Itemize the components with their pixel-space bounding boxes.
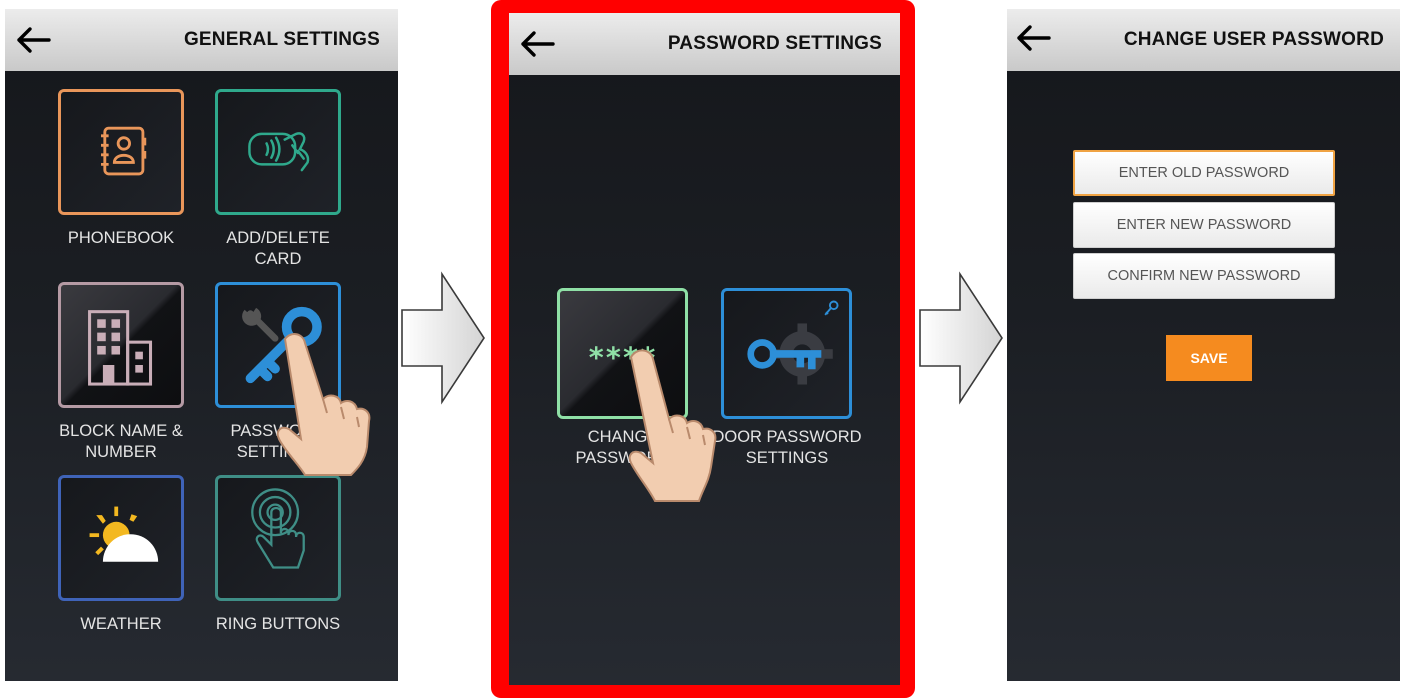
phonebook-tile[interactable] bbox=[58, 89, 184, 215]
header-bar: GENERAL SETTINGS bbox=[5, 9, 398, 71]
add-delete-card-tile[interactable] bbox=[215, 89, 341, 215]
wrench-key-icon bbox=[242, 306, 322, 384]
door-password-settings-label-text: DOOR PASSWORD SETTINGS bbox=[712, 428, 862, 467]
confirm-password-placeholder: CONFIRM NEW PASSWORD bbox=[1107, 268, 1301, 284]
back-arrow-icon[interactable] bbox=[13, 23, 53, 57]
flow-arrow-2-icon bbox=[919, 271, 1003, 405]
password-settings-screen: PASSWORD SETTINGS **** CHANGE PASSWORD D… bbox=[509, 13, 900, 685]
old-password-placeholder: ENTER OLD PASSWORD bbox=[1118, 165, 1290, 181]
general-settings-screen: GENERAL SETTINGS PHONEBOOK ADD/DELETE CA… bbox=[5, 9, 398, 681]
ring-buttons-tile[interactable] bbox=[215, 475, 341, 601]
new-password-field[interactable]: ENTER NEW PASSWORD bbox=[1073, 202, 1335, 248]
phonebook-label: PHONEBOOK bbox=[41, 228, 201, 249]
key-gear-icon bbox=[747, 300, 839, 385]
page-title: CHANGE USER PASSWORD bbox=[1123, 29, 1384, 50]
add-delete-card-label: ADD/DELETE CARD bbox=[198, 228, 358, 270]
new-password-placeholder: ENTER NEW PASSWORD bbox=[1116, 217, 1292, 233]
block-name-number-label-text: BLOCK NAME & NUMBER bbox=[59, 422, 183, 461]
change-user-password-screen: CHANGE USER PASSWORD ENTER OLD PASSWORD … bbox=[1007, 9, 1400, 681]
change-password-tile[interactable]: **** bbox=[557, 288, 688, 419]
page-title: PASSWORD SETTINGS bbox=[667, 33, 882, 54]
change-password-label: CHANGE PASSWORD bbox=[543, 427, 703, 469]
save-button[interactable]: SAVE bbox=[1166, 335, 1252, 381]
weather-label-text: WEATHER bbox=[80, 615, 162, 633]
contactless-card-icon bbox=[248, 132, 310, 172]
page-title: GENERAL SETTINGS bbox=[183, 29, 380, 50]
block-name-number-tile[interactable] bbox=[58, 282, 184, 408]
ring-buttons-label: RING BUTTONS bbox=[198, 614, 358, 635]
password-settings-label-text: PASSWORD SETTINGS bbox=[230, 422, 326, 461]
door-password-settings-tile[interactable] bbox=[721, 288, 852, 419]
phonebook-icon bbox=[101, 126, 147, 176]
password-asterisks-icon: **** bbox=[588, 340, 657, 374]
header-bar: CHANGE USER PASSWORD bbox=[1007, 9, 1400, 71]
weather-tile[interactable] bbox=[58, 475, 184, 601]
door-password-settings-label: DOOR PASSWORD SETTINGS bbox=[707, 427, 867, 469]
svg-text:****: **** bbox=[588, 340, 657, 374]
back-arrow-icon[interactable] bbox=[517, 27, 557, 61]
password-settings-label: PASSWORD SETTINGS bbox=[198, 421, 358, 463]
phonebook-label-text: PHONEBOOK bbox=[67, 229, 175, 247]
change-password-label-text: CHANGE PASSWORD bbox=[575, 428, 671, 467]
password-settings-tile[interactable] bbox=[215, 282, 341, 408]
back-arrow-icon[interactable] bbox=[1013, 21, 1053, 55]
old-password-field[interactable]: ENTER OLD PASSWORD bbox=[1073, 150, 1335, 196]
sun-cloud-icon bbox=[89, 506, 159, 562]
confirm-password-field[interactable]: CONFIRM NEW PASSWORD bbox=[1073, 253, 1335, 299]
weather-label: WEATHER bbox=[41, 614, 201, 635]
building-icon bbox=[88, 310, 153, 386]
finger-tap-icon bbox=[251, 488, 305, 569]
block-name-number-label: BLOCK NAME & NUMBER bbox=[41, 421, 201, 463]
add-delete-card-label-text: ADD/DELETE CARD bbox=[226, 229, 330, 268]
header-bar: PASSWORD SETTINGS bbox=[509, 13, 900, 75]
ring-buttons-label-text: RING BUTTONS bbox=[215, 615, 341, 633]
flow-arrow-1-icon bbox=[401, 271, 485, 405]
